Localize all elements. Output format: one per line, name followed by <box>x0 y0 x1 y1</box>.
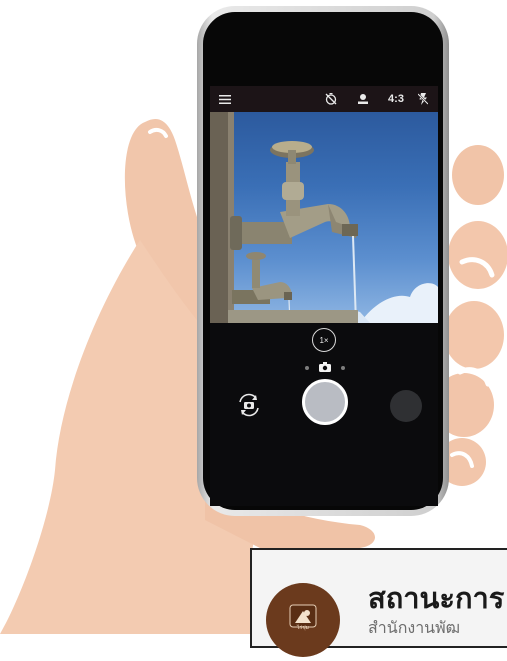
camera-viewfinder <box>210 112 438 323</box>
flash-off-icon[interactable] <box>416 86 430 112</box>
camera-top-bar: 4:3 <box>210 86 438 112</box>
timer-off-icon[interactable] <box>323 86 339 112</box>
gallery-thumbnail[interactable] <box>390 390 422 422</box>
logo-caption: ไร่ชุ่ม <box>297 625 309 631</box>
shutter-button[interactable] <box>302 379 348 425</box>
mode-dot[interactable] <box>305 366 309 370</box>
photo-mode-icon[interactable] <box>319 362 331 372</box>
organization-logo <box>266 583 340 657</box>
hdr-icon[interactable] <box>355 86 371 112</box>
camera-app: 4:3 1× <box>210 86 438 506</box>
aspect-ratio-button[interactable]: 4:3 <box>384 86 408 112</box>
menu-icon[interactable] <box>218 86 232 112</box>
zoom-button[interactable]: 1× <box>312 328 336 352</box>
card-subtitle: สำนักงานพัฒ <box>368 618 461 637</box>
mode-dot[interactable] <box>341 366 345 370</box>
switch-camera-icon[interactable] <box>236 392 262 418</box>
card-title: สถานะการ <box>368 581 505 615</box>
